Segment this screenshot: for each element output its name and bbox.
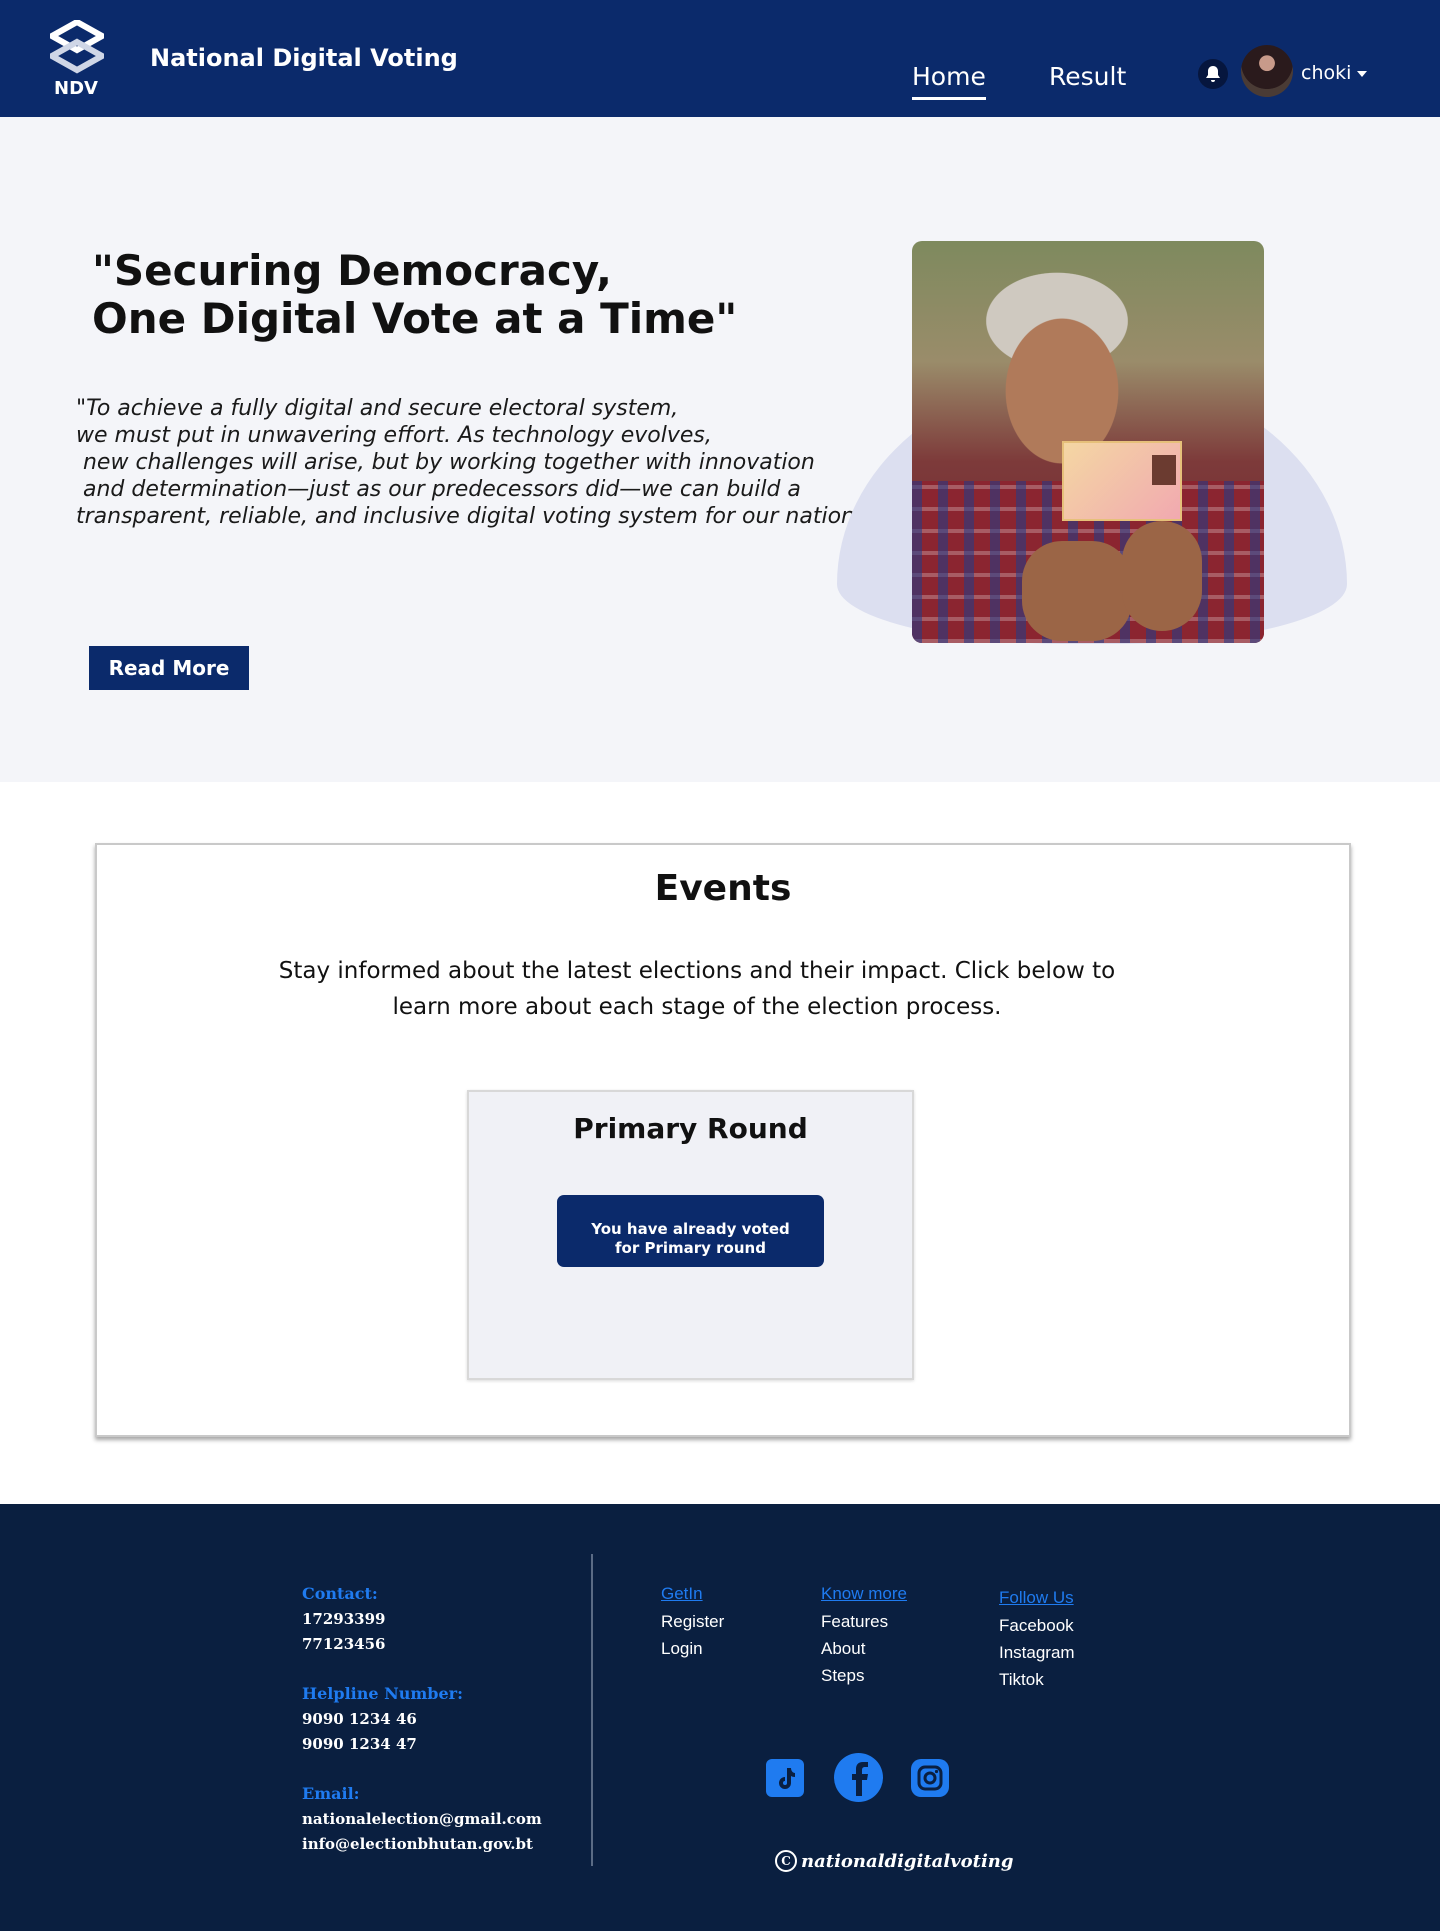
hero-quote: "To achieve a fully digital and secure e… bbox=[76, 396, 873, 529]
logo-icon bbox=[50, 20, 104, 74]
about-link[interactable]: About bbox=[821, 1639, 865, 1659]
features-link[interactable]: Features bbox=[821, 1612, 888, 1632]
steps-link[interactable]: Steps bbox=[821, 1666, 864, 1686]
events-description: Stay informed about the latest elections… bbox=[278, 958, 1116, 1020]
login-link[interactable]: Login bbox=[661, 1639, 703, 1659]
facebook-link[interactable]: Facebook bbox=[999, 1616, 1074, 1636]
tiktok-link[interactable]: Tiktok bbox=[999, 1670, 1044, 1690]
helpline-numbers: 9090 1234 46 9090 1234 47 bbox=[302, 1710, 417, 1753]
already-voted-button[interactable]: You have already voted for Primary round bbox=[557, 1195, 824, 1267]
hero-section: "Securing Democracy, One Digital Vote at… bbox=[0, 117, 1440, 782]
ndv-logo[interactable]: NDV bbox=[48, 20, 106, 102]
round-title: Primary Round bbox=[573, 1112, 808, 1145]
facebook-icon[interactable] bbox=[834, 1753, 883, 1802]
getin-heading[interactable]: GetIn bbox=[661, 1584, 703, 1604]
user-name: choki bbox=[1301, 62, 1352, 84]
events-title: Events bbox=[654, 868, 792, 909]
photo-hand bbox=[1022, 541, 1132, 641]
primary-round-card: Primary Round You have already voted for… bbox=[467, 1090, 914, 1380]
read-more-button[interactable]: Read More bbox=[89, 646, 249, 690]
instagram-icon[interactable] bbox=[911, 1759, 949, 1797]
copyright-icon: C bbox=[775, 1850, 797, 1872]
email-addresses: nationalelection@gmail.com info@election… bbox=[302, 1810, 542, 1853]
nav-home-link[interactable]: Home bbox=[912, 62, 986, 100]
copyright-notice: C nationaldigitalvoting bbox=[775, 1850, 1013, 1872]
nav-result-link[interactable]: Result bbox=[1049, 62, 1126, 91]
user-avatar[interactable] bbox=[1241, 45, 1293, 97]
top-navbar: NDV National Digital Voting Home Result … bbox=[0, 0, 1440, 117]
photo-hand-right bbox=[1122, 521, 1202, 631]
brand-title: National Digital Voting bbox=[150, 44, 458, 72]
hero-photo bbox=[912, 241, 1264, 643]
knowmore-heading[interactable]: Know more bbox=[821, 1584, 907, 1604]
notification-bell-icon[interactable] bbox=[1198, 59, 1228, 89]
photo-id-portrait bbox=[1152, 455, 1176, 485]
chevron-down-icon bbox=[1357, 71, 1368, 77]
footer-divider bbox=[591, 1554, 593, 1866]
tiktok-icon[interactable] bbox=[766, 1759, 804, 1797]
events-panel: Events Stay informed about the latest el… bbox=[95, 843, 1351, 1437]
user-menu[interactable]: choki bbox=[1301, 62, 1368, 84]
register-link[interactable]: Register bbox=[661, 1612, 724, 1632]
contact-label: Contact: bbox=[302, 1584, 378, 1603]
copyright-text: nationaldigitalvoting bbox=[801, 1850, 1014, 1872]
email-label: Email: bbox=[302, 1784, 360, 1803]
follow-heading[interactable]: Follow Us bbox=[999, 1588, 1074, 1608]
helpline-label: Helpline Number: bbox=[302, 1684, 463, 1703]
photo-voter-id-card bbox=[1062, 441, 1182, 521]
footer: Contact: 17293399 77123456 Helpline Numb… bbox=[0, 1504, 1440, 1931]
instagram-link[interactable]: Instagram bbox=[999, 1643, 1075, 1663]
hero-title: "Securing Democracy, One Digital Vote at… bbox=[92, 246, 738, 343]
contact-numbers: 17293399 77123456 bbox=[302, 1610, 386, 1653]
logo-text: NDV bbox=[54, 78, 98, 99]
